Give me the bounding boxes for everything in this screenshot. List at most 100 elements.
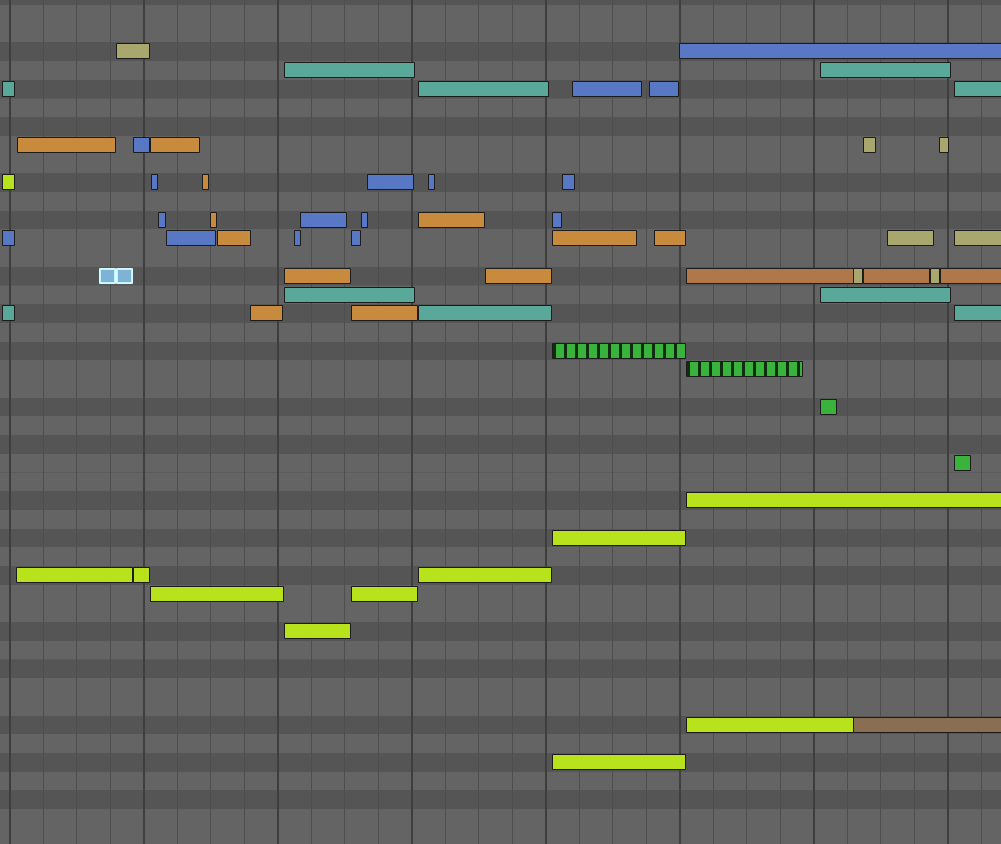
note[interactable] — [954, 81, 1001, 97]
key-row[interactable] — [0, 5, 1001, 24]
key-row[interactable] — [0, 322, 1001, 342]
note[interactable] — [863, 137, 876, 153]
note[interactable] — [158, 212, 166, 228]
note-selected[interactable] — [99, 268, 116, 284]
note[interactable] — [552, 754, 686, 770]
piano-roll-grid[interactable] — [0, 0, 1001, 844]
note[interactable] — [284, 62, 415, 78]
note[interactable] — [686, 361, 803, 377]
note[interactable] — [940, 268, 1001, 284]
key-row[interactable] — [0, 790, 1001, 810]
key-row[interactable] — [0, 210, 1001, 230]
note[interactable] — [418, 81, 549, 97]
note[interactable] — [654, 230, 686, 246]
key-row[interactable] — [0, 416, 1001, 436]
note[interactable] — [217, 230, 251, 246]
note[interactable] — [853, 717, 1001, 733]
note[interactable] — [2, 81, 15, 97]
note[interactable] — [820, 62, 951, 78]
key-row[interactable] — [0, 809, 1001, 828]
key-row[interactable] — [0, 117, 1001, 136]
note[interactable] — [863, 268, 930, 284]
note[interactable] — [679, 43, 1001, 59]
key-row[interactable] — [0, 98, 1001, 118]
key-row[interactable] — [0, 472, 1001, 492]
note[interactable] — [284, 287, 415, 303]
note[interactable] — [202, 174, 209, 190]
key-row[interactable] — [0, 154, 1001, 174]
note[interactable] — [954, 455, 971, 471]
key-row[interactable] — [0, 753, 1001, 772]
note[interactable] — [2, 230, 15, 246]
key-row[interactable] — [0, 640, 1001, 660]
note[interactable] — [939, 137, 949, 153]
note[interactable] — [250, 305, 283, 321]
key-row[interactable] — [0, 435, 1001, 454]
key-row[interactable] — [0, 659, 1001, 679]
note[interactable] — [572, 81, 642, 97]
note[interactable] — [2, 174, 15, 190]
note[interactable] — [649, 81, 679, 97]
key-row[interactable] — [0, 603, 1001, 623]
key-row[interactable] — [0, 360, 1001, 379]
note[interactable] — [17, 137, 116, 153]
key-row[interactable] — [0, 341, 1001, 361]
note[interactable] — [2, 305, 15, 321]
note[interactable] — [300, 212, 347, 228]
note[interactable] — [954, 230, 1001, 246]
key-row[interactable] — [0, 678, 1001, 697]
note[interactable] — [418, 305, 552, 321]
note[interactable] — [166, 230, 216, 246]
key-row[interactable] — [0, 397, 1001, 417]
key-row[interactable] — [0, 771, 1001, 791]
note[interactable] — [367, 174, 414, 190]
note[interactable] — [284, 623, 351, 639]
note[interactable] — [552, 212, 562, 228]
note[interactable] — [284, 268, 351, 284]
note[interactable] — [686, 492, 1001, 508]
note[interactable] — [954, 305, 1001, 321]
note[interactable] — [418, 212, 485, 228]
key-row[interactable] — [0, 509, 1001, 529]
note[interactable] — [418, 567, 552, 583]
note[interactable] — [428, 174, 435, 190]
note[interactable] — [853, 268, 863, 284]
note[interactable] — [820, 287, 951, 303]
note[interactable] — [294, 230, 301, 246]
note[interactable] — [562, 174, 575, 190]
key-row[interactable] — [0, 229, 1001, 249]
note[interactable] — [151, 174, 158, 190]
note[interactable] — [351, 230, 361, 246]
note[interactable] — [552, 530, 686, 546]
note[interactable] — [820, 399, 837, 415]
note[interactable] — [351, 305, 418, 321]
note[interactable] — [552, 230, 637, 246]
key-row[interactable] — [0, 379, 1001, 398]
note[interactable] — [16, 567, 133, 583]
key-row[interactable] — [0, 827, 1001, 844]
note[interactable] — [150, 137, 200, 153]
note[interactable] — [361, 212, 368, 228]
note-selected[interactable] — [116, 268, 133, 284]
key-row[interactable] — [0, 192, 1001, 211]
note[interactable] — [686, 268, 854, 284]
key-row[interactable] — [0, 734, 1001, 753]
note[interactable] — [133, 567, 150, 583]
note[interactable] — [351, 586, 418, 602]
key-row[interactable] — [0, 248, 1001, 267]
note[interactable] — [210, 212, 217, 228]
note[interactable] — [485, 268, 552, 284]
note[interactable] — [686, 717, 854, 733]
note[interactable] — [133, 137, 150, 153]
note[interactable] — [150, 586, 284, 602]
note[interactable] — [116, 43, 150, 59]
key-row[interactable] — [0, 23, 1001, 43]
key-row[interactable] — [0, 547, 1001, 566]
key-row[interactable] — [0, 622, 1001, 641]
note[interactable] — [552, 343, 686, 359]
key-row[interactable] — [0, 696, 1001, 716]
key-row[interactable] — [0, 528, 1001, 548]
note[interactable] — [887, 230, 934, 246]
note[interactable] — [930, 268, 940, 284]
key-row[interactable] — [0, 453, 1001, 473]
